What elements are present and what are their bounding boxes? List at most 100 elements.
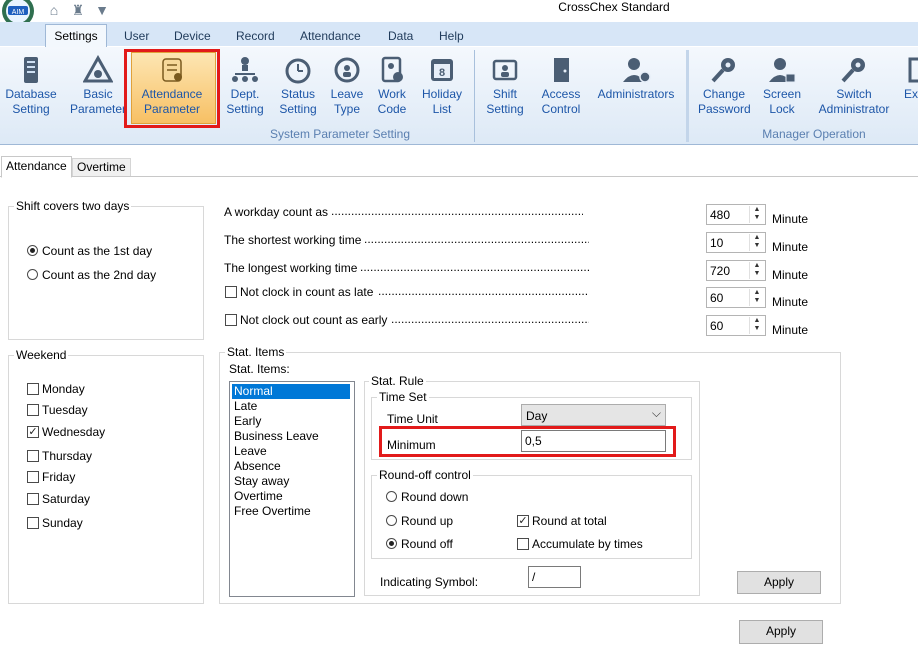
round-up-label[interactable]: Round up (401, 514, 453, 528)
leader-dots: ........................................… (391, 312, 589, 326)
database-setting-button[interactable]: Database Setting (2, 55, 60, 117)
spinner-arrows-icon[interactable]: ▲ ▼ (749, 206, 764, 223)
holiday-list-button[interactable]: 8 Holiday List (418, 55, 466, 117)
saturday-checkbox[interactable] (27, 493, 39, 505)
basic-parameter-button[interactable]: Basic Parameter (68, 55, 128, 117)
list-item[interactable]: Normal (232, 384, 350, 399)
not-clock-in-label[interactable]: Not clock in count as late (240, 285, 373, 299)
leader-dots: ........................................… (360, 260, 589, 274)
count-first-day-label[interactable]: Count as the 1st day (42, 244, 152, 258)
shift-setting-button[interactable]: Shift Setting (482, 55, 528, 117)
sunday-label[interactable]: Sunday (42, 516, 83, 530)
list-item[interactable]: Absence (232, 459, 350, 474)
friday-label[interactable]: Friday (42, 470, 75, 484)
spinner-arrows-icon[interactable]: ▲ ▼ (749, 262, 764, 279)
leave-type-button[interactable]: Leave Type (327, 55, 367, 117)
time-unit-value: Day (526, 409, 548, 423)
spinner-arrows-icon[interactable]: ▲ ▼ (749, 289, 764, 306)
tuesday-label[interactable]: Tuesday (42, 403, 88, 417)
count-first-day-radio[interactable] (27, 245, 38, 256)
door-icon (554, 58, 569, 82)
round-off-radio[interactable] (386, 538, 397, 549)
dept-setting-button[interactable]: Dept. Setting (222, 55, 268, 117)
change-password-button[interactable]: Change Password (698, 55, 751, 117)
thursday-label[interactable]: Thursday (42, 449, 92, 463)
round-off-label[interactable]: Round off (401, 537, 453, 551)
tab-help[interactable]: Help (439, 25, 464, 47)
time-unit-select[interactable]: Day ⌵ (521, 404, 666, 426)
round-up-radio[interactable] (386, 515, 397, 526)
stat-rule-title: Stat. Rule (369, 374, 426, 388)
round-at-total-checkbox[interactable]: ✓ (517, 515, 529, 527)
exit-button[interactable]: Exit (904, 55, 918, 102)
sunday-checkbox[interactable] (27, 517, 39, 529)
not-clock-in-checkbox[interactable] (225, 286, 237, 298)
count-second-day-radio[interactable] (27, 269, 38, 280)
list-item[interactable]: Business Leave (232, 429, 350, 444)
spinner-arrows-icon[interactable]: ▲ ▼ (749, 317, 764, 334)
access-control-button[interactable]: Access Control (536, 55, 586, 117)
not-clock-out-unit: Minute (772, 323, 809, 337)
list-item[interactable]: Stay away (232, 474, 350, 489)
tab-attendance-page[interactable]: Attendance (1, 156, 72, 178)
longest-time-spinner[interactable]: 720 ▲ ▼ (706, 260, 766, 281)
list-item[interactable]: Free Overtime (232, 504, 350, 519)
administrators-button[interactable]: Administrators (594, 55, 678, 102)
wednesday-label[interactable]: Wednesday (42, 425, 105, 439)
shortest-time-value: 10 (710, 236, 724, 250)
tab-overtime-page[interactable]: Overtime (72, 158, 131, 176)
tab-settings[interactable]: Settings (45, 24, 107, 48)
ribbon-separator (474, 50, 475, 142)
count-second-day-label[interactable]: Count as the 2nd day (42, 268, 156, 282)
list-item[interactable]: Late (232, 399, 350, 414)
monday-label[interactable]: Monday (42, 382, 85, 396)
tab-user[interactable]: User (124, 25, 149, 47)
key-icon (711, 58, 735, 83)
shortest-time-spinner[interactable]: 10 ▲ ▼ (706, 232, 766, 253)
friday-checkbox[interactable] (27, 471, 39, 483)
tab-device[interactable]: Device (174, 25, 211, 47)
tab-record[interactable]: Record (236, 25, 275, 47)
admin-gear-icon (623, 58, 651, 83)
longest-time-unit: Minute (772, 268, 809, 282)
spinner-arrows-icon[interactable]: ▲ ▼ (749, 234, 764, 251)
round-down-radio[interactable] (386, 491, 397, 502)
stat-items-listbox[interactable]: Normal Late Early Business Leave Leave A… (229, 381, 355, 597)
saturday-label[interactable]: Saturday (42, 492, 90, 506)
calendar-icon: 8 (431, 59, 453, 81)
workday-count-label: A workday count as (224, 205, 329, 219)
list-item[interactable]: Early (232, 414, 350, 429)
round-down-label[interactable]: Round down (401, 490, 468, 504)
clock-person-icon (334, 57, 360, 83)
work-code-button[interactable]: Work Code (372, 55, 412, 117)
apply-button[interactable]: Apply (739, 620, 823, 644)
tuesday-checkbox[interactable] (27, 404, 39, 416)
status-setting-label: Status Setting (279, 87, 317, 116)
wednesday-checkbox[interactable]: ✓ (27, 426, 39, 438)
tab-attendance[interactable]: Attendance (300, 25, 361, 47)
access-control-label: Access Control (541, 87, 581, 116)
leave-type-label: Leave Type (330, 87, 364, 116)
indicating-symbol-value: / (532, 570, 536, 584)
workday-count-spinner[interactable]: 480 ▲ ▼ (706, 204, 766, 225)
title-bar: AIM ⌂ ♜ ▼ CrossChex Standard (0, 0, 918, 27)
list-item[interactable]: Leave (232, 444, 350, 459)
tab-data[interactable]: Data (388, 25, 413, 47)
not-clock-out-checkbox[interactable] (225, 314, 237, 326)
accumulate-checkbox[interactable] (517, 538, 529, 550)
switch-administrator-button[interactable]: Switch Administrator (812, 55, 896, 117)
not-clock-in-unit: Minute (772, 295, 809, 309)
not-clock-in-spinner[interactable]: 60 ▲ ▼ (706, 287, 766, 308)
monday-checkbox[interactable] (27, 383, 39, 395)
list-item[interactable]: Overtime (232, 489, 350, 504)
screen-lock-button[interactable]: Screen Lock (760, 55, 804, 117)
thursday-checkbox[interactable] (27, 450, 39, 462)
not-clock-out-label[interactable]: Not clock out count as early (240, 313, 387, 327)
indicating-symbol-input[interactable]: / (528, 566, 581, 588)
not-clock-out-spinner[interactable]: 60 ▲ ▼ (706, 315, 766, 336)
round-at-total-label[interactable]: Round at total (532, 514, 607, 528)
status-setting-button[interactable]: Status Setting (275, 55, 321, 117)
stat-apply-button[interactable]: Apply (737, 571, 821, 594)
org-chart-icon (232, 57, 258, 82)
accumulate-label[interactable]: Accumulate by times (532, 537, 643, 551)
